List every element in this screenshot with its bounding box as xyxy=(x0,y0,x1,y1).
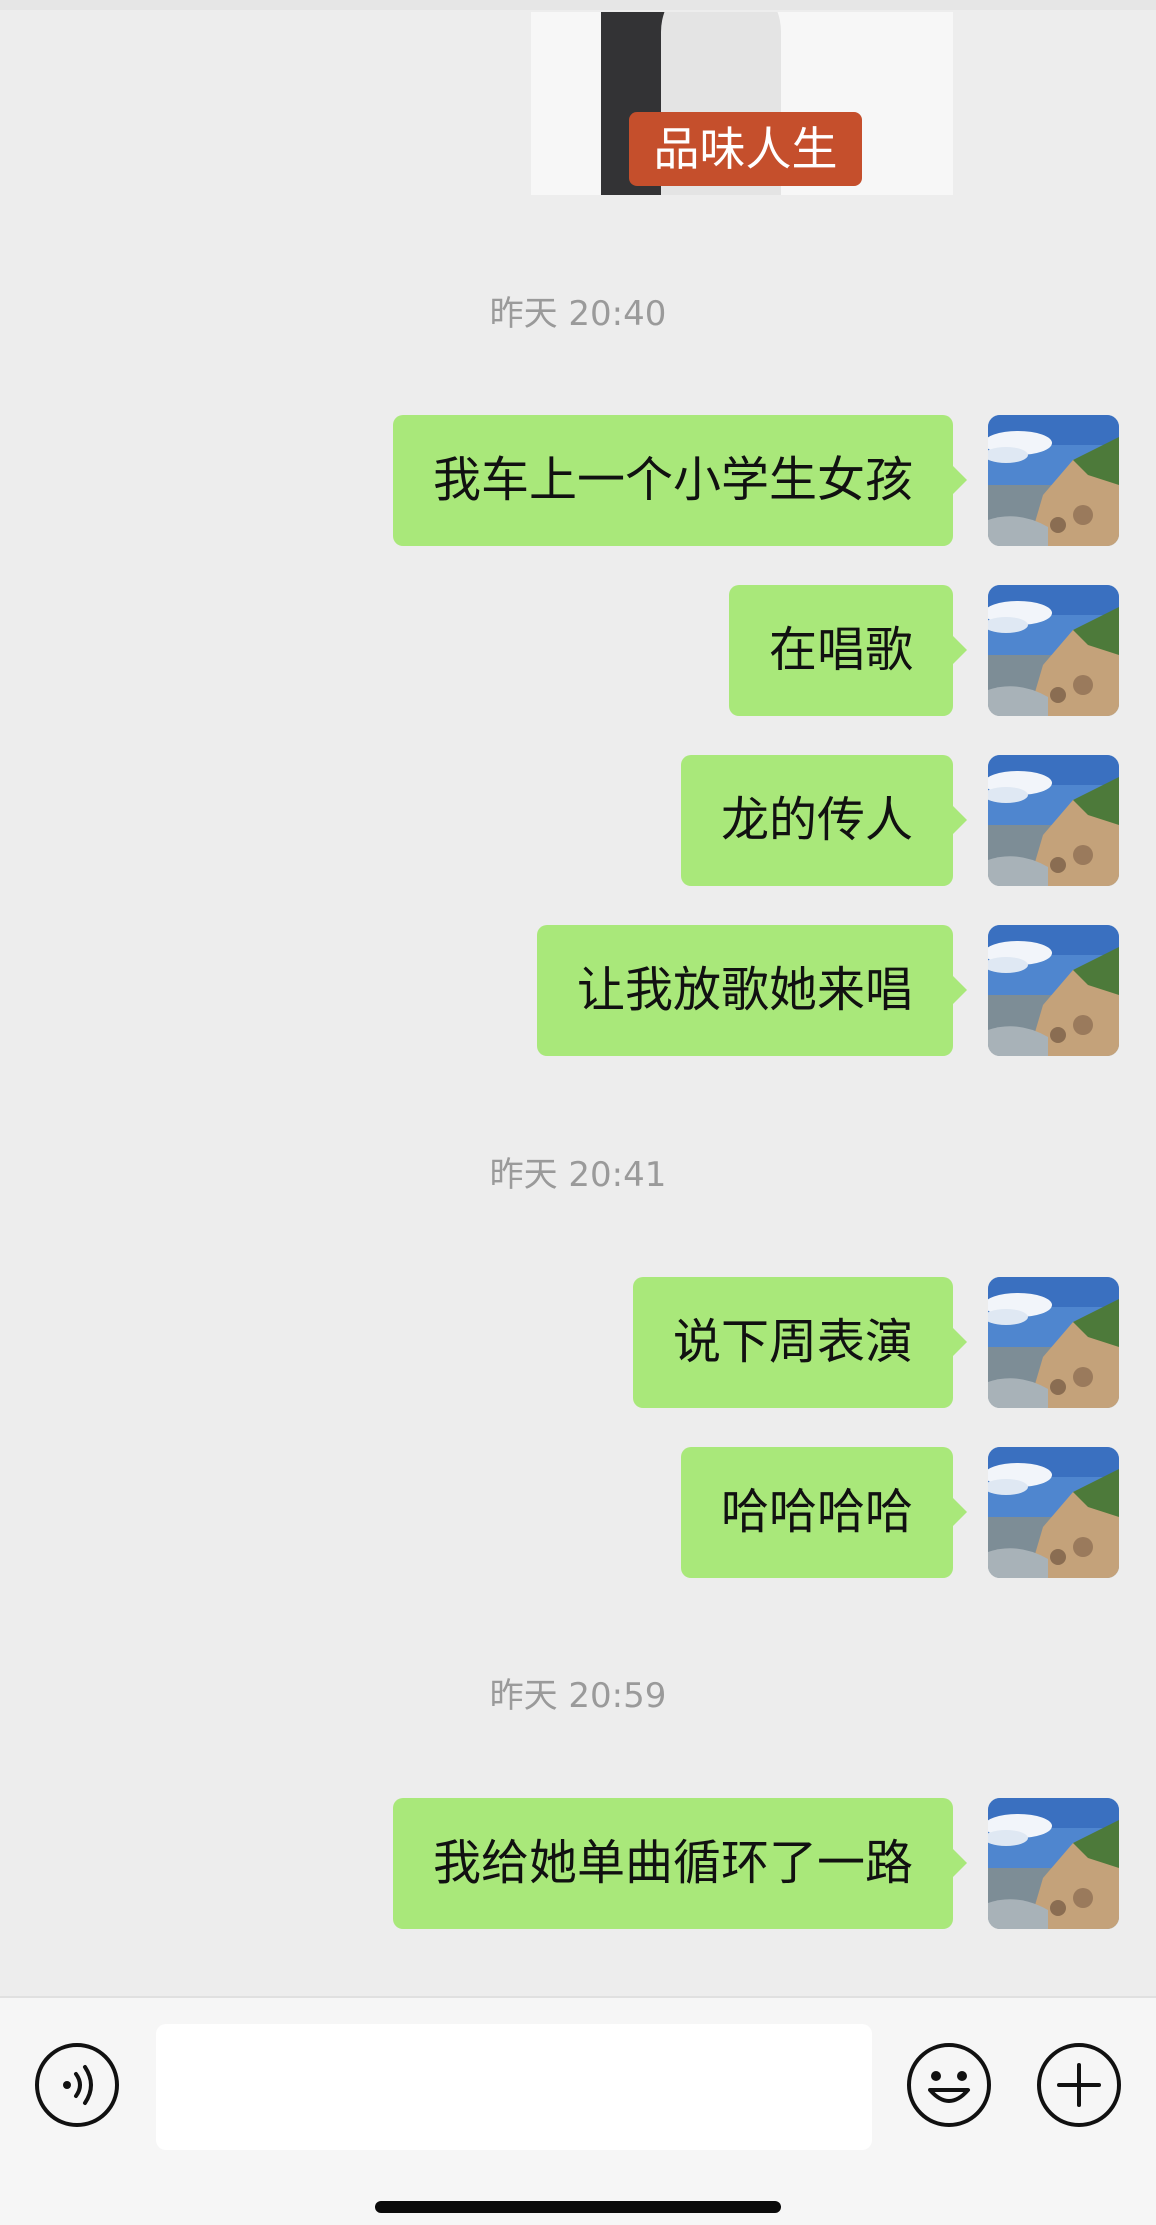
landscape-avatar-icon xyxy=(988,1447,1119,1578)
message-bubble[interactable]: 让我放歌她来唱 xyxy=(536,925,968,1056)
voice-button[interactable] xyxy=(34,2042,120,2128)
avatar[interactable] xyxy=(988,1277,1119,1408)
avatar[interactable] xyxy=(988,415,1119,546)
avatar[interactable] xyxy=(988,1447,1119,1578)
message-bubble[interactable]: 说下周表演 xyxy=(632,1277,968,1408)
emoji-button[interactable] xyxy=(906,2042,992,2128)
message-bubble[interactable]: 我给她单曲循环了一路 xyxy=(392,1798,968,1929)
message-bubble[interactable]: 在唱歌 xyxy=(728,585,968,716)
message-bubble[interactable]: 我车上一个小学生女孩 xyxy=(392,415,968,546)
landscape-avatar-icon xyxy=(988,1798,1119,1929)
image-caption: 品味人生 xyxy=(629,112,862,186)
more-button[interactable] xyxy=(1036,2042,1122,2128)
timestamp: 昨天 20:41 xyxy=(489,1155,667,1195)
home-indicator xyxy=(375,2201,781,2213)
input-bar xyxy=(0,1996,1156,2225)
emoji-icon xyxy=(907,2043,991,2127)
timestamp: 昨天 20:40 xyxy=(489,294,667,334)
message-input[interactable] xyxy=(156,2024,872,2150)
avatar[interactable] xyxy=(988,585,1119,716)
timestamp: 昨天 20:59 xyxy=(489,1676,667,1716)
image-message[interactable]: 品味人生 xyxy=(531,12,953,195)
landscape-avatar-icon xyxy=(988,415,1119,546)
message-bubble[interactable]: 哈哈哈哈 xyxy=(680,1447,968,1578)
avatar[interactable] xyxy=(988,1798,1119,1929)
avatar[interactable] xyxy=(988,925,1119,1056)
top-divider xyxy=(0,0,1156,10)
avatar[interactable] xyxy=(988,755,1119,886)
landscape-avatar-icon xyxy=(988,755,1119,886)
landscape-avatar-icon xyxy=(988,1277,1119,1408)
plus-icon xyxy=(1037,2043,1121,2127)
landscape-avatar-icon xyxy=(988,585,1119,716)
message-bubble[interactable]: 龙的传人 xyxy=(680,755,968,886)
voice-icon xyxy=(35,2043,119,2127)
landscape-avatar-icon xyxy=(988,925,1119,1056)
